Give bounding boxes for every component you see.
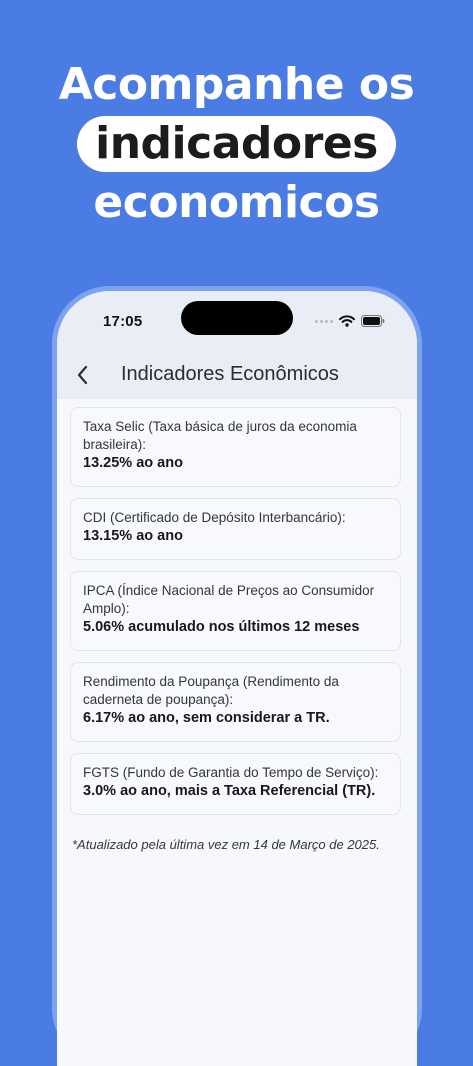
- nav-bar: Indicadores Econômicos: [57, 351, 417, 399]
- indicator-card-ipca: IPCA (Índice Nacional de Preços ao Consu…: [70, 571, 401, 651]
- indicator-value: 13.15% ao ano: [83, 528, 183, 544]
- indicator-card-fgts: FGTS (Fundo de Garantia do Tempo de Serv…: [70, 753, 401, 815]
- indicator-label: CDI (Certificado de Depósito Interbancár…: [83, 510, 346, 525]
- wifi-icon: [339, 315, 355, 327]
- last-updated-note: *Atualizado pela última vez em 14 de Mar…: [72, 837, 380, 852]
- back-button[interactable]: [69, 361, 97, 389]
- indicator-value: 5.06% acumulado nos últimos 12 meses: [83, 619, 360, 635]
- indicator-value: 6.17% ao ano, sem considerar a TR.: [83, 710, 330, 726]
- dynamic-island: [181, 301, 293, 335]
- status-time: 17:05: [103, 313, 143, 330]
- phone-screen: 17:05 Indicadores Econômicos Taxa Selic …: [57, 291, 417, 1066]
- indicator-label: Taxa Selic (Taxa básica de juros da econ…: [83, 419, 357, 452]
- status-bar: 17:05: [57, 291, 417, 351]
- indicator-card-selic: Taxa Selic (Taxa básica de juros da econ…: [70, 407, 401, 487]
- headline-line-1: Acompanhe os: [58, 59, 415, 110]
- indicator-label: Rendimento da Poupança (Rendimento da ca…: [83, 674, 339, 707]
- promo-headline: Acompanhe os indicadores economicos: [0, 56, 473, 232]
- indicator-value: 3.0% ao ano, mais a Taxa Referencial (TR…: [83, 783, 376, 799]
- page-title: Indicadores Econômicos: [121, 363, 339, 385]
- indicator-card-poupanca: Rendimento da Poupança (Rendimento da ca…: [70, 662, 401, 742]
- status-icons: [315, 315, 385, 327]
- indicator-label: FGTS (Fundo de Garantia do Tempo de Serv…: [83, 765, 379, 780]
- headline-highlight: indicadores: [77, 116, 396, 172]
- signal-dots-icon: [315, 319, 333, 323]
- indicator-label: IPCA (Índice Nacional de Preços ao Consu…: [83, 583, 375, 616]
- indicator-card-cdi: CDI (Certificado de Depósito Interbancár…: [70, 498, 401, 560]
- phone-mockup: 17:05 Indicadores Econômicos Taxa Selic …: [52, 286, 422, 1066]
- headline-line-3: economicos: [93, 177, 380, 228]
- indicator-value: 13.25% ao ano: [83, 455, 183, 471]
- battery-icon: [361, 315, 385, 327]
- chevron-left-icon: [77, 365, 88, 385]
